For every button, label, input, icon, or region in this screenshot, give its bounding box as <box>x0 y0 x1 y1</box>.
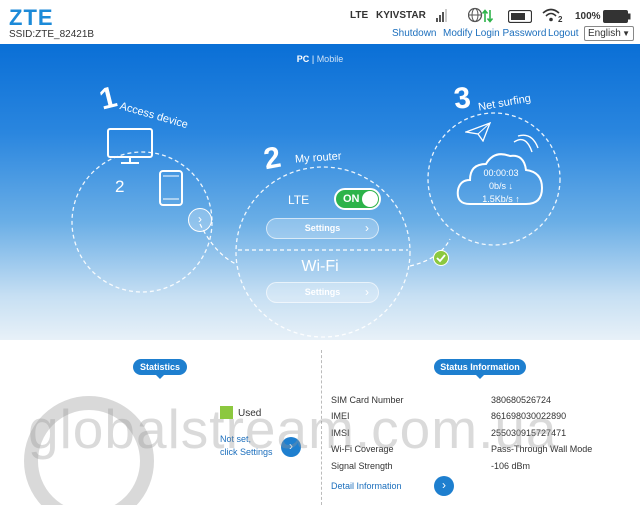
zte-logo: ZTE <box>9 5 54 30</box>
status-key: IMSI <box>331 428 350 438</box>
signal-bars-icon <box>436 8 448 27</box>
toggle-state: ON <box>343 193 360 205</box>
chevron-right-icon: › <box>289 439 293 453</box>
status-key: Wi-Fi Coverage <box>331 444 394 454</box>
section-divider <box>321 350 322 505</box>
chevron-right-icon: › <box>442 478 446 492</box>
sim-card-icon <box>507 9 533 28</box>
lte-label: LTE <box>288 193 310 207</box>
not-set-line-1: Not set, <box>220 434 252 444</box>
status-value: Pass-Through Wall Mode <box>491 444 593 454</box>
access-device-arrow-button[interactable]: › <box>188 208 212 232</box>
status-information-tag: Status Information <box>434 359 526 379</box>
status-value: 255030915727471 <box>491 428 567 438</box>
detail-information-link[interactable]: Detail Information <box>331 481 402 491</box>
used-legend-swatch <box>220 406 233 419</box>
monitor-icon <box>107 128 153 171</box>
battery-percent: 100% <box>575 11 601 22</box>
connected-duration: 00:00:03 <box>483 168 519 178</box>
detail-information-button[interactable]: › <box>434 476 454 496</box>
connected-check-icon <box>433 250 449 271</box>
not-set-link[interactable]: Not set, click Settings <box>220 433 273 459</box>
modify-password-link[interactable]: Modify Login Password <box>443 28 546 39</box>
header: ZTE SSID:ZTE_82421B LTE KYIVSTAR 2 100% … <box>0 0 640 44</box>
internet-globe-icon <box>467 7 494 29</box>
chevron-right-icon: › <box>365 285 369 299</box>
network-type: LTE <box>350 10 369 21</box>
lte-settings-label: Settings <box>304 223 341 233</box>
chevron-right-icon: › <box>365 221 369 235</box>
shutdown-link[interactable]: Shutdown <box>392 28 436 39</box>
not-set-line-2: click Settings <box>220 447 273 457</box>
language-value: English <box>588 28 621 39</box>
status-key: SIM Card Number <box>331 395 404 405</box>
status-value: 861698030022890 <box>491 411 567 421</box>
ssid-label: SSID:ZTE_82421B <box>9 29 95 40</box>
upload-rate: 1.5Kb/s ↑ <box>482 194 520 204</box>
carrier-name: KYIVSTAR <box>376 10 426 21</box>
statistics-tag: Statistics <box>133 359 187 379</box>
wifi-settings-label: Settings <box>304 287 341 297</box>
download-rate: 0b/s ↓ <box>488 181 513 191</box>
wifi-label: Wi-Fi <box>301 258 339 275</box>
chevron-right-icon: › <box>198 212 202 226</box>
phone-icon <box>159 170 183 211</box>
logout-link[interactable]: Logout <box>548 28 579 39</box>
status-value: 380680526724 <box>491 395 552 405</box>
status-key: IMEI <box>331 411 350 421</box>
paper-plane-icon <box>463 121 492 147</box>
lte-settings-button[interactable]: Settings › <box>266 218 379 239</box>
used-legend-label: Used <box>238 408 262 419</box>
lte-toggle[interactable]: ON <box>334 188 381 210</box>
wifi-client-count: 2 <box>558 15 563 24</box>
status-value: -106 dBm <box>491 461 531 471</box>
toggle-knob <box>362 191 378 207</box>
step-3-number: 3 <box>452 81 473 116</box>
hero-panel: PC | Mobile 1 Access device 2 › 2 My rou… <box>0 44 640 340</box>
language-select[interactable]: English ▼ <box>584 26 634 41</box>
device-count: 2 <box>115 177 125 196</box>
status-key: Signal Strength <box>331 461 393 471</box>
wifi-settings-button[interactable]: Settings › <box>266 282 379 303</box>
chevron-down-icon: ▼ <box>622 29 630 38</box>
statistics-settings-button[interactable]: › <box>281 437 301 457</box>
